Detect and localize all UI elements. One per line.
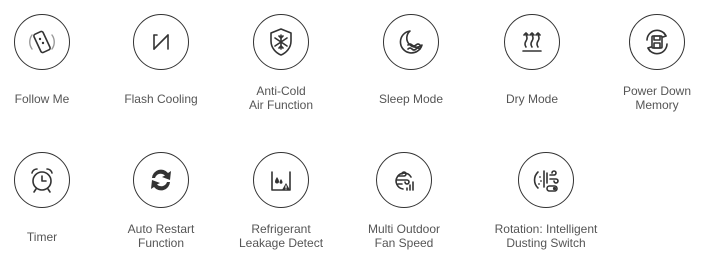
feature-dusting-switch: Rotation: Intelligent Dusting Switch bbox=[486, 152, 606, 250]
feature-label: Follow Me bbox=[14, 92, 70, 106]
anti-cold-icon bbox=[253, 14, 309, 70]
feature-fan-speed: Multi Outdoor Fan Speed bbox=[344, 152, 464, 250]
feature-auto-restart: Auto Restart Function bbox=[101, 152, 221, 250]
feature-dry-mode: Dry Mode bbox=[472, 14, 592, 106]
feature-label: Anti-Cold Air Function bbox=[248, 84, 314, 112]
feature-anti-cold: Anti-Cold Air Function bbox=[221, 14, 341, 112]
feature-label: Dry Mode bbox=[505, 92, 558, 106]
feature-label: Flash Cooling bbox=[124, 92, 198, 106]
feature-label: Power Down Memory bbox=[622, 84, 692, 112]
dusting-switch-icon bbox=[518, 152, 574, 208]
timer-icon bbox=[14, 152, 70, 208]
auto-restart-icon bbox=[133, 152, 189, 208]
feature-label: Sleep Mode bbox=[378, 92, 444, 106]
feature-sleep-mode: Sleep Mode bbox=[351, 14, 471, 106]
feature-label: Timer bbox=[26, 230, 58, 244]
sleep-mode-icon bbox=[383, 14, 439, 70]
feature-power-down-memory: Power Down Memory bbox=[597, 14, 710, 112]
refrigerant-leakage-icon bbox=[253, 152, 309, 208]
feature-label: Refrigerant Leakage Detect bbox=[238, 222, 324, 250]
feature-refrigerant-leakage: Refrigerant Leakage Detect bbox=[221, 152, 341, 250]
follow-me-icon bbox=[14, 14, 70, 70]
feature-label: Multi Outdoor Fan Speed bbox=[367, 222, 441, 250]
feature-flash-cooling: Flash Cooling bbox=[101, 14, 221, 106]
feature-timer: Timer bbox=[0, 152, 102, 244]
fan-speed-icon bbox=[376, 152, 432, 208]
feature-label: Rotation: Intelligent Dusting Switch bbox=[494, 222, 598, 250]
flash-cooling-icon bbox=[133, 14, 189, 70]
feature-follow-me: Follow Me bbox=[0, 14, 102, 106]
feature-label: Auto Restart Function bbox=[127, 222, 195, 250]
power-down-memory-icon bbox=[629, 14, 685, 70]
dry-mode-icon bbox=[504, 14, 560, 70]
